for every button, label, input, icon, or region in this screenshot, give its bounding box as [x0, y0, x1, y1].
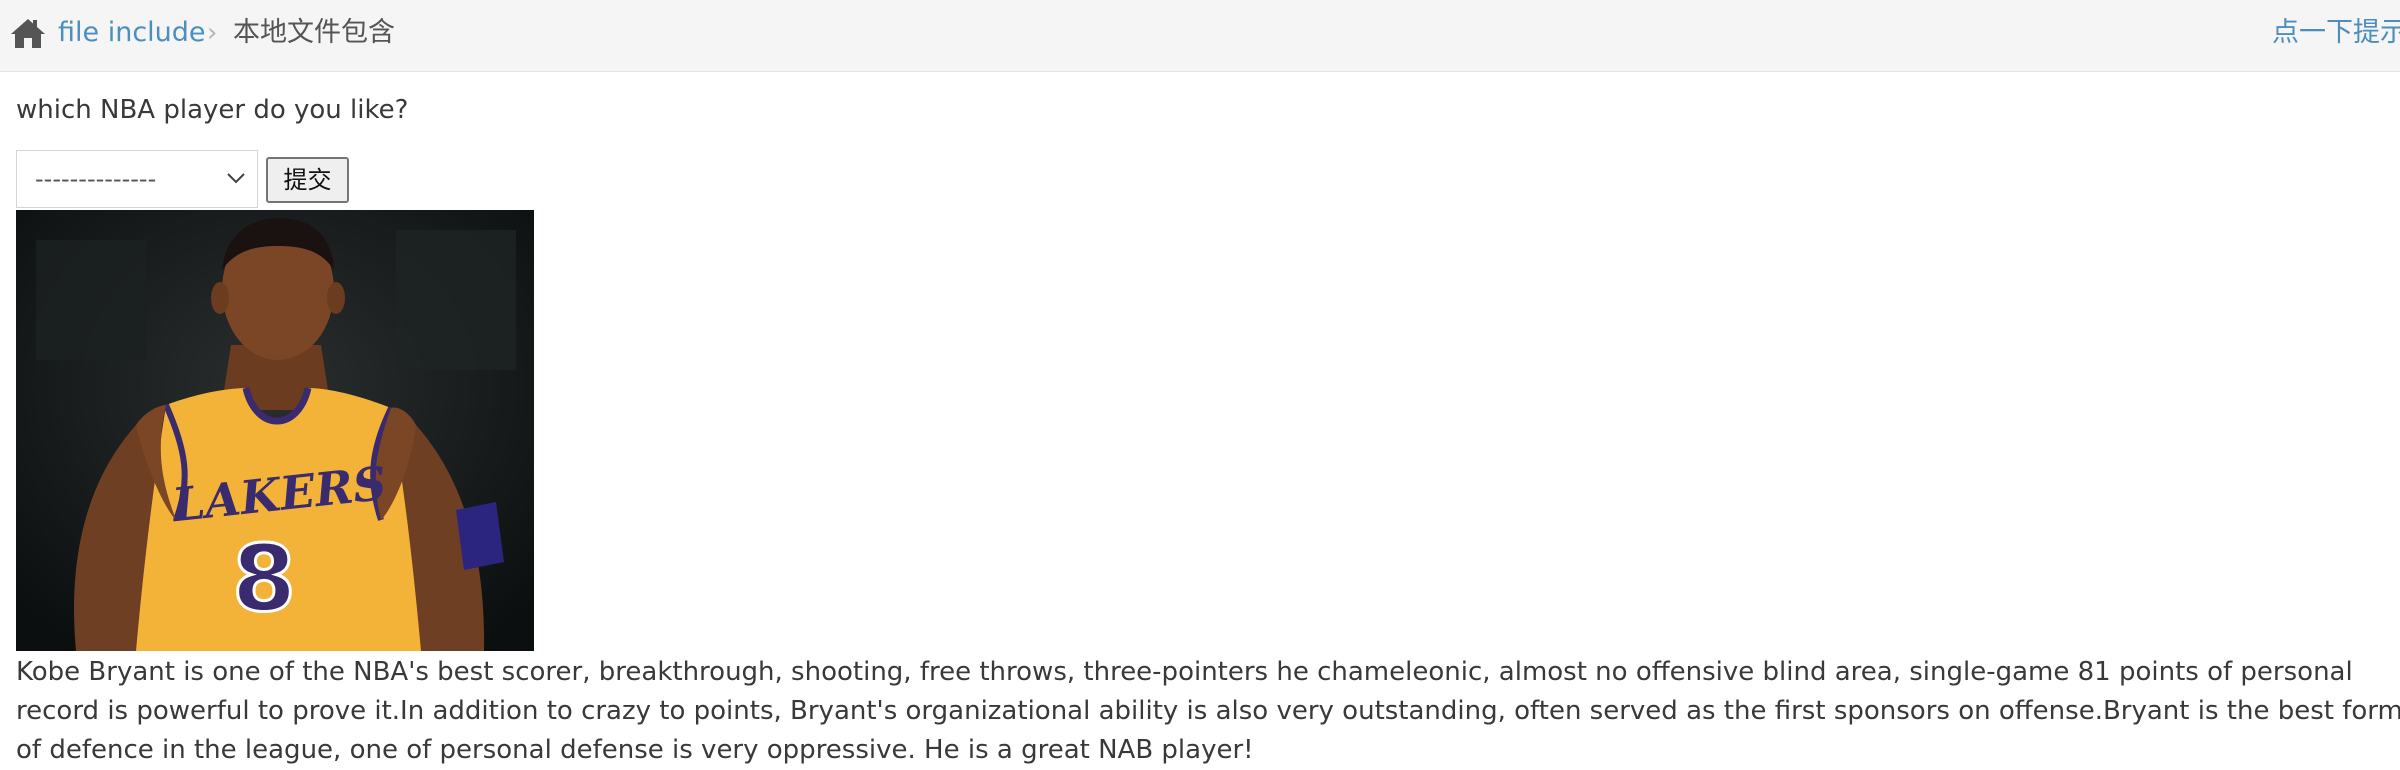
submit-button[interactable]: 提交 [266, 157, 349, 203]
chevron-down-icon [225, 167, 247, 189]
player-description: Kobe Bryant is one of the NBA's best sco… [16, 657, 2400, 765]
hint-link[interactable]: 点一下提示 [2272, 16, 2400, 50]
select-current-value: -------------- [35, 165, 157, 193]
breadcrumb-separator: › [207, 18, 218, 48]
svg-text:8: 8 [232, 525, 296, 632]
player-select[interactable]: -------------- [16, 150, 258, 208]
breadcrumb-current-page: 本地文件包含 [233, 17, 395, 48]
home-icon[interactable] [10, 17, 46, 49]
question-label: which NBA player do you like? [16, 95, 409, 125]
player-image: LAKERS 8 [16, 210, 534, 651]
breadcrumb-link-file-include[interactable]: file include [58, 16, 206, 50]
breadcrumb-bar: file include › 本地文件包含 点一下提示 [0, 0, 2400, 72]
